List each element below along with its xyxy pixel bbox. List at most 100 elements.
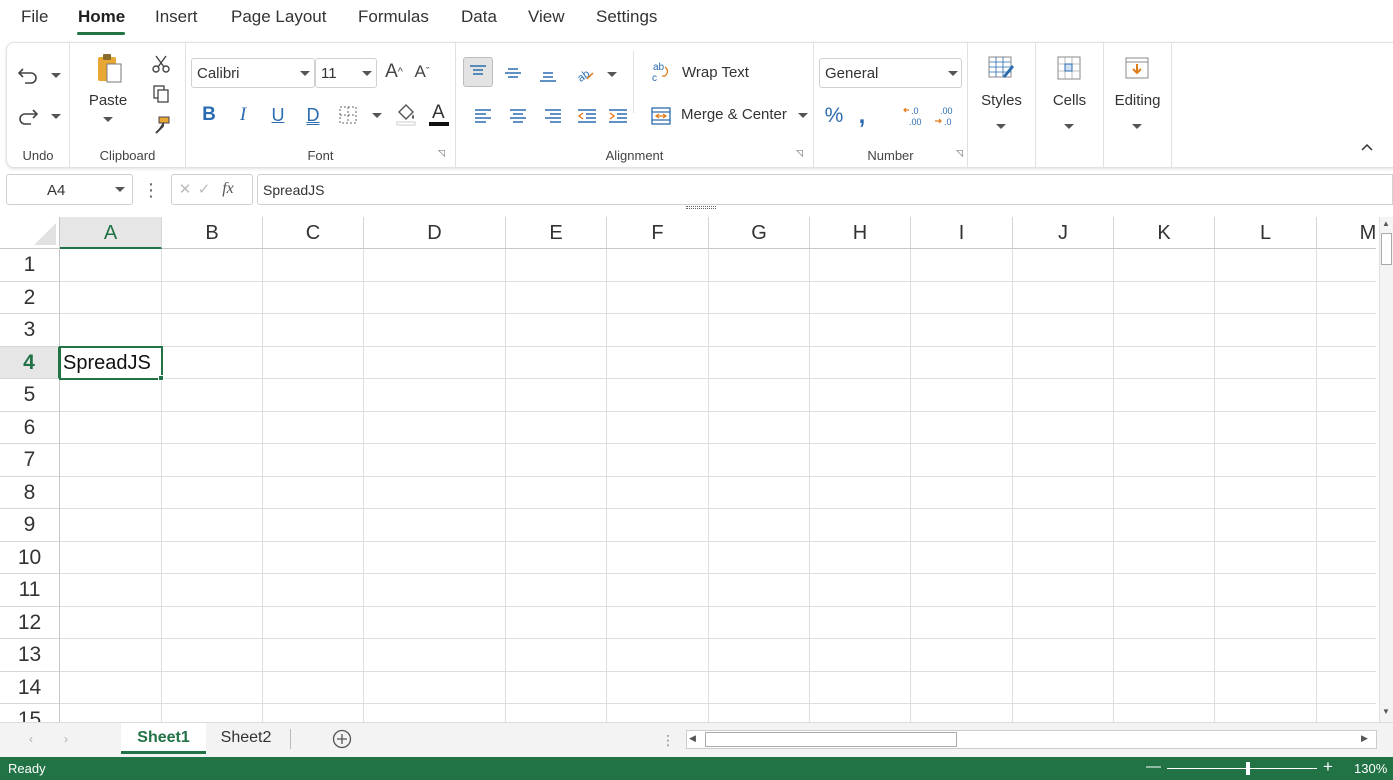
menu-tab-formulas[interactable]: Formulas <box>358 7 429 27</box>
borders-icon[interactable] <box>337 103 359 127</box>
row-header-10[interactable]: 10 <box>0 541 60 574</box>
align-bottom-icon[interactable] <box>535 62 561 88</box>
formula-bar-resize-handle[interactable] <box>686 206 716 209</box>
bold-icon[interactable]: B <box>198 103 220 127</box>
decrease-font-icon[interactable]: Aˇ <box>411 60 433 84</box>
alignment-dialog-launcher-icon[interactable]: ◹ <box>796 148 803 159</box>
name-box-dropdown-icon[interactable] <box>115 187 125 192</box>
undo-dropdown-icon[interactable] <box>51 73 61 78</box>
fill-color-icon[interactable] <box>394 101 418 127</box>
align-center-icon[interactable] <box>505 103 531 129</box>
sheet-tab-sheet2[interactable]: Sheet2 <box>206 723 286 754</box>
scroll-right-icon[interactable]: ▶ <box>1361 733 1368 744</box>
percent-icon[interactable]: % <box>822 103 846 129</box>
menu-tab-data[interactable]: Data <box>461 7 497 27</box>
row-header-3[interactable]: 3 <box>0 314 60 347</box>
column-header-c[interactable]: C <box>263 217 364 249</box>
menu-tab-home[interactable]: Home <box>78 7 125 27</box>
comma-style-icon[interactable]: , <box>852 102 872 129</box>
collapse-ribbon-icon[interactable] <box>1357 139 1377 155</box>
row-header-5[interactable]: 5 <box>0 379 60 412</box>
format-painter-icon[interactable] <box>150 114 172 136</box>
row-header-12[interactable]: 12 <box>0 606 60 639</box>
paste-icon[interactable] <box>94 51 124 85</box>
font-color-icon[interactable]: A <box>427 101 451 127</box>
column-header-j[interactable]: J <box>1013 217 1114 249</box>
scroll-down-icon[interactable]: ▼ <box>1382 707 1390 716</box>
menu-tab-view[interactable]: View <box>528 7 565 27</box>
sheet-tab-sheet1[interactable]: Sheet1 <box>121 723 206 754</box>
font-size-dropdown-icon[interactable] <box>362 71 372 76</box>
align-top-icon[interactable] <box>463 57 493 87</box>
row-header-8[interactable]: 8 <box>0 476 60 509</box>
row-header-6[interactable]: 6 <box>0 411 60 444</box>
merge-center-icon[interactable] <box>649 104 673 128</box>
row-header-2[interactable]: 2 <box>0 281 60 314</box>
borders-dropdown-icon[interactable] <box>372 113 382 118</box>
double-underline-icon[interactable]: D <box>302 103 324 127</box>
increase-font-icon[interactable]: A ^ <box>383 60 405 84</box>
vertical-scroll-thumb[interactable] <box>1381 233 1392 265</box>
splitter-handle-icon[interactable]: ⋮ <box>661 731 675 749</box>
wrap-text-label[interactable]: Wrap Text <box>682 64 749 81</box>
menu-tab-page-layout[interactable]: Page Layout <box>231 7 326 27</box>
tab-scroll-left-icon[interactable]: ‹ <box>25 732 37 746</box>
font-dialog-launcher-icon[interactable]: ◹ <box>438 148 445 159</box>
menu-tab-insert[interactable]: Insert <box>155 7 198 27</box>
cancel-edit-icon[interactable]: ✕ <box>178 180 192 198</box>
column-header-m[interactable]: M <box>1317 217 1376 249</box>
spreadsheet-grid[interactable]: ABCDEFGHIJKLM 1 2 3 4 5 6 7 8 9 10 11 12 13 14 15 Spre… <box>0 217 1376 722</box>
editing-group[interactable]: Editing <box>1104 43 1171 167</box>
scroll-left-icon[interactable]: ◀ <box>689 733 696 744</box>
column-header-h[interactable]: H <box>810 217 911 249</box>
scroll-up-icon[interactable]: ▲ <box>1382 219 1390 228</box>
italic-icon[interactable]: I <box>232 103 254 127</box>
paste-label[interactable]: Paste <box>82 92 134 109</box>
zoom-out-icon[interactable]: — <box>1146 758 1161 775</box>
merge-center-label[interactable]: Merge & Center <box>681 106 787 123</box>
orientation-dropdown-icon[interactable] <box>607 72 617 77</box>
horizontal-scroll-thumb[interactable] <box>705 732 957 747</box>
number-format-dropdown-icon[interactable] <box>948 71 958 76</box>
column-header-b[interactable]: B <box>162 217 263 249</box>
insert-function-icon[interactable]: fx <box>218 179 238 199</box>
cell-a4[interactable]: SpreadJS <box>63 352 151 375</box>
menu-tab-settings[interactable]: Settings <box>596 7 657 27</box>
decrease-decimal-icon[interactable]: .00.0 <box>933 103 959 129</box>
increase-decimal-icon[interactable]: .0.00 <box>902 103 928 129</box>
column-header-a[interactable]: A <box>60 217 162 249</box>
zoom-in-icon[interactable]: + <box>1323 757 1333 777</box>
orientation-icon[interactable]: ab <box>572 60 598 86</box>
menu-tab-file[interactable]: File <box>21 7 48 27</box>
decrease-indent-icon[interactable] <box>574 103 600 129</box>
align-right-icon[interactable] <box>540 103 566 129</box>
styles-group[interactable]: Styles <box>968 43 1035 167</box>
increase-indent-icon[interactable] <box>605 103 631 129</box>
align-left-icon[interactable] <box>470 103 496 129</box>
row-header-1[interactable]: 1 <box>0 249 60 282</box>
font-family-select[interactable]: Calibri <box>191 58 315 88</box>
number-format-select[interactable]: General <box>819 58 962 88</box>
column-header-k[interactable]: K <box>1114 217 1215 249</box>
column-header-d[interactable]: D <box>364 217 506 249</box>
row-header-13[interactable]: 13 <box>0 639 60 672</box>
select-all-corner[interactable] <box>0 217 60 249</box>
vertical-scrollbar[interactable]: ▲ ▼ <box>1379 217 1393 722</box>
cells-group[interactable]: Cells <box>1036 43 1103 167</box>
merge-center-dropdown-icon[interactable] <box>798 113 808 118</box>
zoom-slider[interactable] <box>1167 768 1317 769</box>
row-header-15[interactable]: 15 <box>0 704 60 722</box>
font-family-dropdown-icon[interactable] <box>300 71 310 76</box>
column-header-g[interactable]: G <box>709 217 810 249</box>
column-header-l[interactable]: L <box>1215 217 1317 249</box>
undo-icon[interactable] <box>15 63 41 87</box>
fill-handle[interactable] <box>158 375 164 381</box>
horizontal-scrollbar[interactable]: ◀ ▶ <box>686 730 1377 749</box>
underline-icon[interactable]: U <box>267 103 289 127</box>
row-header-14[interactable]: 14 <box>0 671 60 704</box>
zoom-level[interactable]: 130% <box>1354 761 1387 776</box>
name-box[interactable]: A4 <box>6 174 133 205</box>
column-header-i[interactable]: I <box>911 217 1013 249</box>
confirm-edit-icon[interactable]: ✓ <box>197 180 211 198</box>
row-header-4[interactable]: 4 <box>0 346 60 379</box>
